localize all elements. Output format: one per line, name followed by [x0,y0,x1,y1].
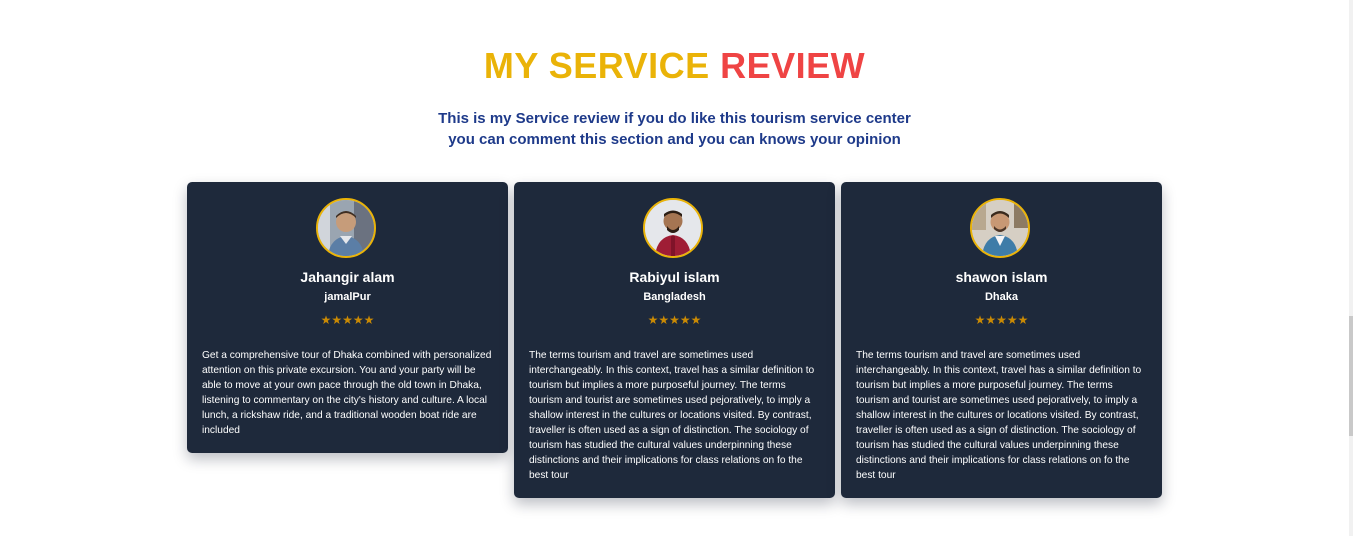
reviewer-name: Rabiyul islam [629,269,720,285]
review-text: The terms tourism and travel are sometim… [856,350,1142,481]
avatar-photo-icon [645,200,701,256]
title-part-my-service: MY SERVICE [483,45,710,86]
review-card: Jahangir alam jamalPur ★★★★★ Get a compr… [187,182,508,453]
reviewer-location: Dhaka [984,291,1019,303]
title-part-review: REVIEW [720,45,866,86]
subtitle-line-2: you can comment this section and you can… [448,131,901,148]
avatar-photo-icon [318,200,374,256]
reviewer-name: shawon islam [955,269,1048,285]
review-text: The terms tourism and travel are sometim… [529,350,815,481]
service-review-section: MY SERVICE REVIEW This is my Service rev… [0,0,1353,536]
star-rating: ★★★★★ [974,313,1029,327]
star-rating: ★★★★★ [647,313,702,327]
section-subtitle: This is my Service review if you do like… [0,108,1349,150]
review-text: Get a comprehensive tour of Dhaka combin… [202,350,492,436]
scrollbar-thumb[interactable] [1349,316,1353,436]
review-card: Rabiyul islam Bangladesh ★★★★★ The terms… [514,182,835,498]
section-title: MY SERVICE REVIEW [0,44,1349,88]
reviewer-name: Jahangir alam [300,269,395,285]
avatar [970,198,1030,258]
scrollbar-track[interactable] [1349,0,1353,536]
avatar [316,198,376,258]
reviewer-location: jamalPur [324,291,371,303]
avatar [643,198,703,258]
star-rating: ★★★★★ [320,313,375,327]
reviewer-location: Bangladesh [643,291,706,303]
review-card: shawon islam Dhaka ★★★★★ The terms touri… [841,182,1162,498]
subtitle-line-1: This is my Service review if you do like… [438,110,911,127]
avatar-photo-icon [972,200,1028,256]
